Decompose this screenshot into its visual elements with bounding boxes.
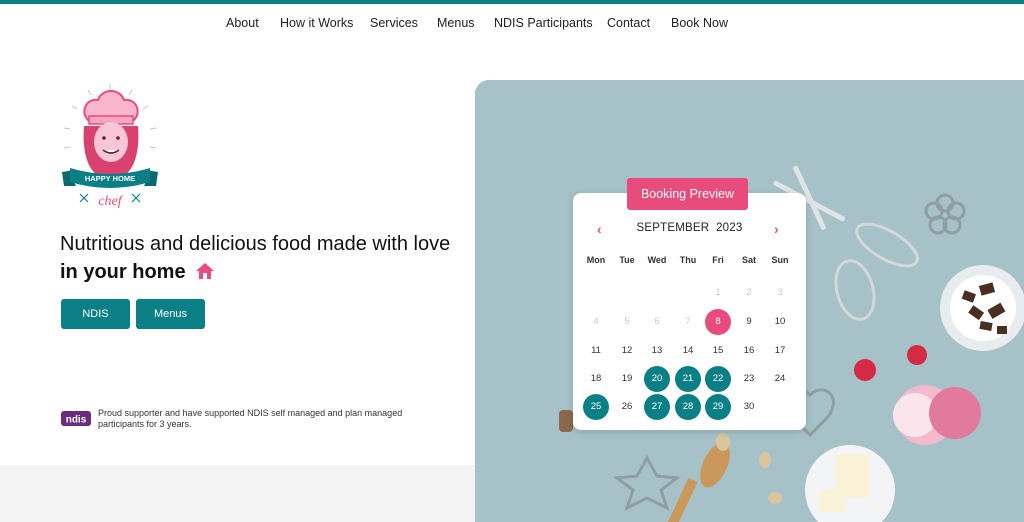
calendar-month-label: SEPTEMBER 2023: [573, 222, 806, 234]
calendar-day-13: 13: [651, 345, 663, 356]
ndis-logo-text: ndis: [66, 415, 87, 426]
top-accent-bar: [0, 0, 1024, 4]
calendar-day-11: 11: [591, 345, 601, 356]
calendar-day-19: 19: [621, 373, 633, 384]
calendar-day-27[interactable]: 27: [644, 394, 670, 420]
logo-banner-text: HAPPY HOME: [85, 174, 135, 183]
ndis-button[interactable]: NDIS: [61, 299, 130, 329]
main-nav: About How it Works Services Menus NDIS P…: [0, 16, 1024, 34]
calendar-month: SEPTEMBER: [636, 222, 710, 234]
menus-button[interactable]: Menus: [136, 299, 205, 329]
calendar-day-30: 30: [743, 401, 755, 412]
calendar-day-12: 12: [621, 345, 633, 356]
headline-bold-text: in your home: [60, 261, 186, 283]
ndis-supporter-note: Proud supporter and have supported NDIS …: [98, 408, 403, 429]
calendar-day-10: 10: [774, 316, 786, 327]
calendar-day-15: 15: [712, 345, 724, 356]
logo-script-text: chef: [98, 194, 123, 209]
weekday-sun: Sun: [771, 255, 789, 265]
calendar-day-26: 26: [621, 401, 633, 412]
calendar-day-23: 23: [743, 373, 755, 384]
calendar-day-1: 1: [715, 287, 721, 298]
footer-band: [0, 465, 475, 522]
booking-preview-badge: Booking Preview: [627, 178, 748, 210]
calendar-day-20[interactable]: 20: [644, 366, 670, 392]
calendar-day-8[interactable]: 8: [705, 309, 731, 335]
ndis-logo: ndis: [61, 411, 91, 426]
calendar-day-9: 9: [746, 316, 752, 327]
nav-services[interactable]: Services: [370, 16, 418, 30]
calendar-day-4: 4: [593, 316, 599, 327]
calendar-day-6: 6: [654, 316, 660, 327]
calendar-day-14: 14: [682, 345, 694, 356]
calendar-day-2: 2: [746, 287, 752, 298]
weekday-sat: Sat: [741, 255, 756, 265]
calendar-day-24: 24: [774, 373, 786, 384]
calendar-day-25[interactable]: 25: [583, 394, 609, 420]
nav-about[interactable]: About: [226, 16, 259, 30]
calendar-day-16: 16: [743, 345, 755, 356]
headline-text: Nutritious and delicious food made with …: [60, 233, 451, 255]
weekday-thu: Thu: [679, 255, 697, 265]
nav-book-now[interactable]: Book Now: [671, 16, 728, 30]
calendar-year: 2023: [716, 222, 743, 234]
booking-calendar: ‹ SEPTEMBER 2023 › Mon Tue Wed Thu Fri Sat Sun…: [573, 193, 806, 430]
calendar-day-7: 7: [685, 316, 691, 327]
calendar-day-18: 18: [590, 373, 602, 384]
calendar-day-17: 17: [774, 345, 786, 356]
nav-ndis-participants[interactable]: NDIS Participants: [494, 16, 593, 30]
weekday-fri: Fri: [712, 255, 724, 265]
calendar-day-3: 3: [777, 287, 783, 298]
calendar-day-21[interactable]: 21: [675, 366, 701, 392]
nav-contact[interactable]: Contact: [607, 16, 650, 30]
hero-headline: Nutritious and delicious food made with …: [60, 230, 470, 286]
calendar-day-29[interactable]: 29: [705, 394, 731, 420]
happy-home-chef-logo[interactable]: HAPPY HOME chef: [58, 82, 162, 212]
calendar-day-5: 5: [624, 316, 630, 327]
calendar-day-28[interactable]: 28: [675, 394, 701, 420]
calendar-day-22[interactable]: 22: [705, 366, 731, 392]
weekday-tue: Tue: [619, 255, 635, 265]
nav-menus[interactable]: Menus: [437, 16, 475, 30]
nav-how-it-works[interactable]: How it Works: [280, 16, 353, 30]
weekday-wed: Wed: [647, 255, 667, 265]
next-month-button[interactable]: ›: [774, 221, 779, 237]
weekday-mon: Mon: [586, 255, 606, 265]
house-icon: [196, 263, 215, 279]
